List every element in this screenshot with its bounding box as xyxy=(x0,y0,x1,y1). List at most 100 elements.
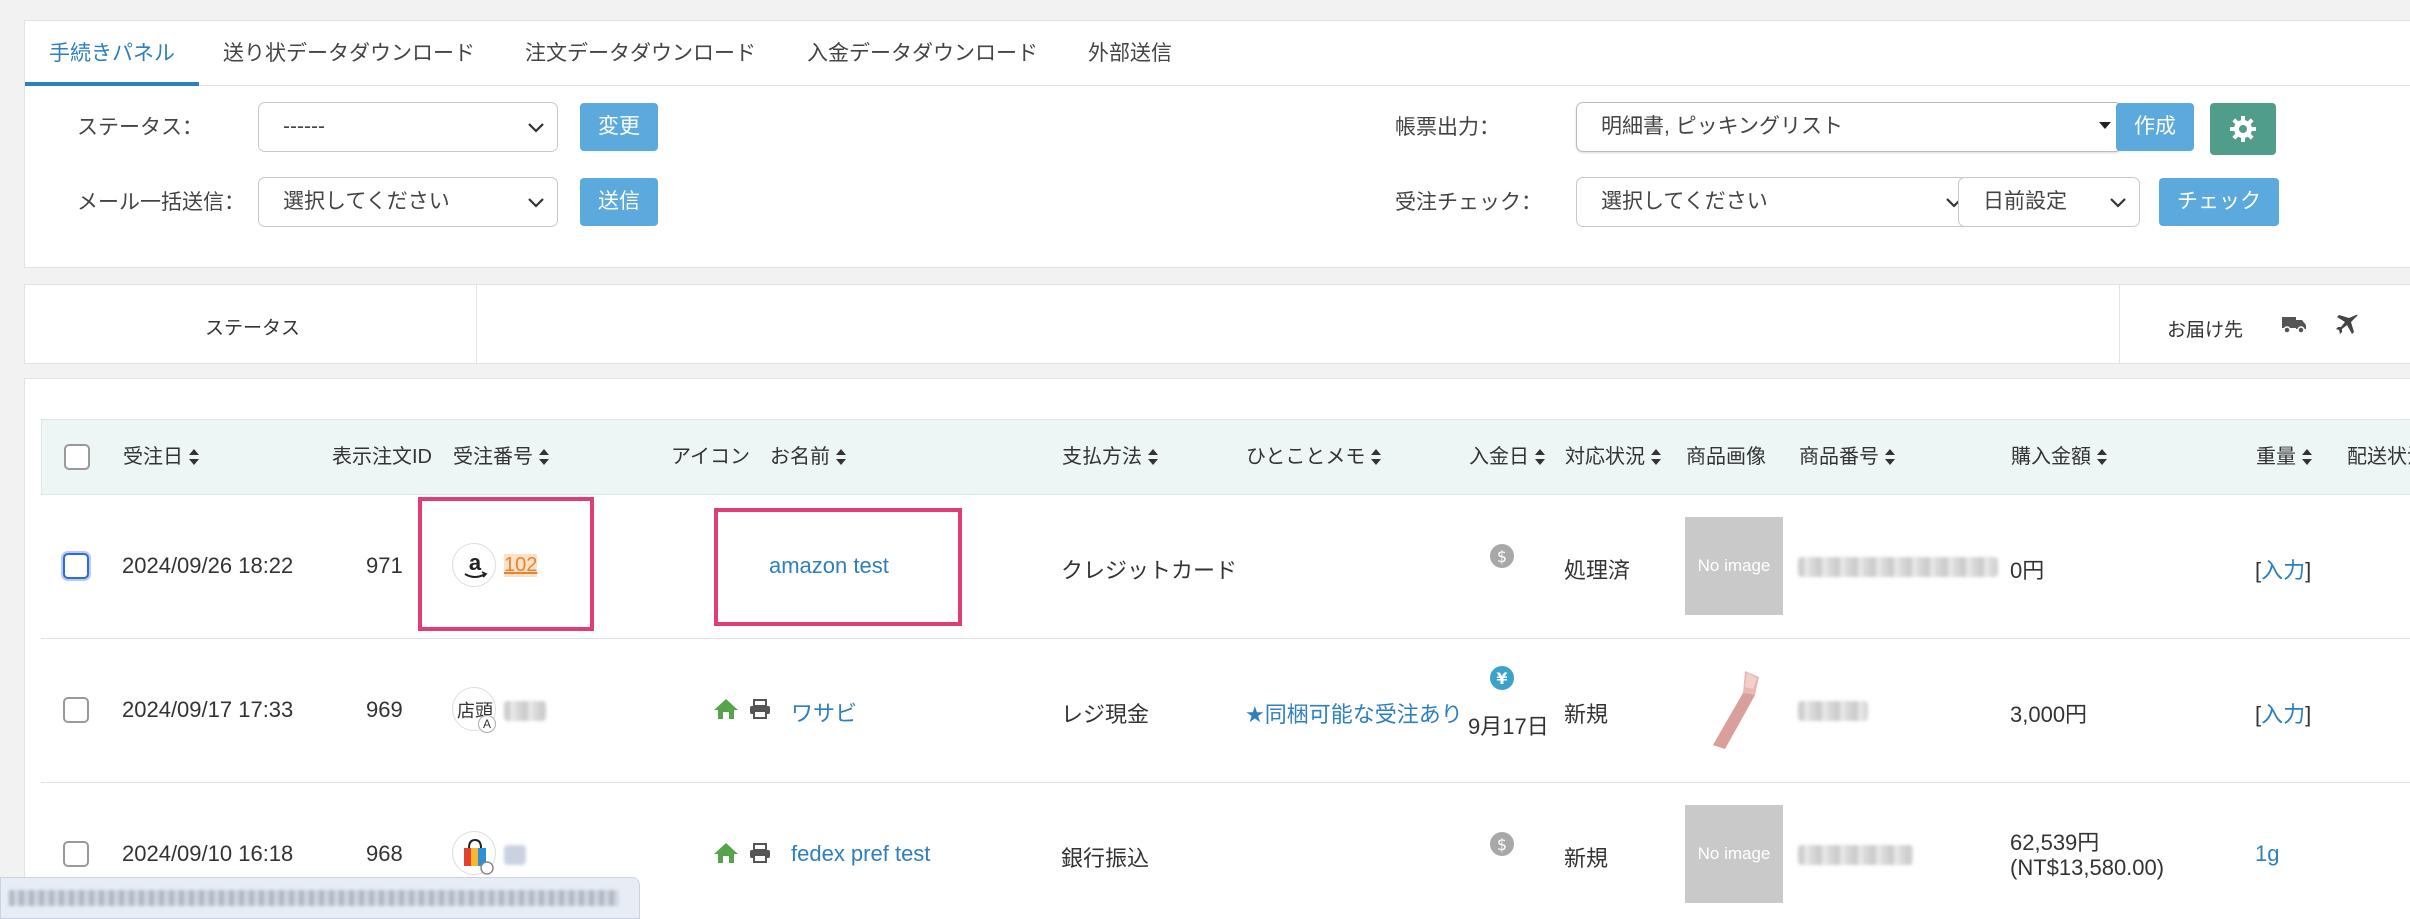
customer-name-link[interactable]: fedex pref test xyxy=(791,841,930,867)
col-display-order-id: 表示注文ID xyxy=(332,446,432,468)
weight-link[interactable]: 1g xyxy=(2255,841,2279,867)
mail-bulk-send-label: メール一括送信： xyxy=(77,191,245,214)
svg-text:$: $ xyxy=(1497,835,1507,854)
divider xyxy=(2119,285,2120,363)
payment-method: 銀行振込 xyxy=(1061,846,1150,871)
truck-icon[interactable] xyxy=(2281,314,2307,336)
display-order-id: 969 xyxy=(366,697,403,722)
col-payment-method-label: 支払方法 xyxy=(1062,446,1142,468)
product-image-placeholder: No image xyxy=(1685,805,1783,903)
status-summary-label: ステータス xyxy=(205,318,301,339)
product-thumbnail xyxy=(1685,661,1783,759)
payment-method: レジ現金 xyxy=(1061,702,1150,727)
order-check-label: 受注チェック： xyxy=(1395,191,1542,214)
col-handling-status[interactable]: 対応状況 xyxy=(1565,420,1661,494)
form-output-select-value: 明細書, ピッキングリスト xyxy=(1601,115,1844,138)
row-checkbox[interactable] xyxy=(63,553,89,579)
mail-template-select[interactable]: 選択してください xyxy=(258,177,558,227)
col-memo[interactable]: ひとことメモ xyxy=(1246,420,1382,494)
col-weight[interactable]: 重量 xyxy=(2256,420,2312,494)
select-all-checkbox[interactable] xyxy=(64,444,90,470)
divider xyxy=(476,285,477,363)
tab-order-data-download[interactable]: 注文データダウンロード xyxy=(525,21,756,86)
form-output-label: 帳票出力： xyxy=(1395,116,1500,139)
purchase-amount: 0円 xyxy=(2010,558,2045,583)
delivery-destination-label[interactable]: お届け先 xyxy=(2167,315,2243,342)
home-icon xyxy=(714,843,738,863)
tab-external-send[interactable]: 外部送信 xyxy=(1088,21,1172,86)
weight-input-link[interactable]: 入力 xyxy=(2261,558,2305,583)
store-front-sub-label: A xyxy=(478,715,496,733)
shopping-bag-icon xyxy=(452,831,496,875)
sort-icon xyxy=(1371,449,1382,465)
status-change-button[interactable]: 変更 xyxy=(580,103,658,151)
col-payment-date[interactable]: 入金日 xyxy=(1469,420,1545,494)
purchase-amount: 3,000円 xyxy=(2010,702,2088,727)
sort-icon xyxy=(189,449,199,465)
product-number-redacted xyxy=(1798,701,1868,721)
display-order-id: 971 xyxy=(366,553,403,578)
col-product-image: 商品画像 xyxy=(1686,446,1766,468)
status-summary-bar: ステータス お届け先 xyxy=(24,284,2410,364)
col-weight-label: 重量 xyxy=(2256,446,2296,468)
table-row[interactable]: 2024/09/26 18:22 971 a 102 amazon test ク… xyxy=(41,495,2410,639)
col-name-label: お名前 xyxy=(770,446,830,468)
sort-icon xyxy=(1535,449,1545,465)
mail-send-button[interactable]: 送信 xyxy=(580,178,658,226)
col-order-number-label: 受注番号 xyxy=(453,446,533,468)
sort-icon xyxy=(1651,449,1661,465)
order-check-select[interactable]: 選択してください xyxy=(1576,177,1976,227)
sort-icon xyxy=(2302,449,2312,465)
weight-input-link[interactable]: 入力 xyxy=(2261,702,2305,727)
col-handling-status-label: 対応状況 xyxy=(1565,446,1645,468)
print-icon xyxy=(750,699,770,719)
airplane-icon[interactable] xyxy=(2335,312,2359,336)
col-order-date[interactable]: 受注日 xyxy=(123,420,199,494)
settings-button[interactable] xyxy=(2210,103,2276,155)
days-setting-select[interactable]: 日前設定 xyxy=(1958,177,2140,227)
table-row[interactable]: 2024/09/17 17:33 969 店頭 A ワサビ レジ現金 ★同梱可能… xyxy=(41,639,2410,783)
order-date: 2024/09/17 17:33 xyxy=(122,697,294,722)
weight-input: [入力] xyxy=(2255,697,2311,729)
status-select[interactable]: ------ xyxy=(258,102,558,152)
col-name[interactable]: お名前 xyxy=(770,420,846,494)
order-check-button[interactable]: チェック xyxy=(2159,178,2279,226)
row-checkbox[interactable] xyxy=(63,697,89,723)
col-payment-date-label: 入金日 xyxy=(1469,446,1529,468)
col-product-number[interactable]: 商品番号 xyxy=(1799,420,1895,494)
col-payment-method[interactable]: 支払方法 xyxy=(1062,420,1158,494)
link-url-status-bar xyxy=(0,877,640,919)
handling-status: 新規 xyxy=(1564,846,1609,871)
tab-shipping-label-download[interactable]: 送り状データダウンロード xyxy=(223,21,475,86)
payment-method: クレジットカード xyxy=(1061,558,1238,583)
col-purchase-amount[interactable]: 購入金額 xyxy=(2011,420,2107,494)
purchase-amount-foreign: (NT$13,580.00) xyxy=(2010,855,2165,880)
customer-name-link[interactable]: ワサビ xyxy=(791,696,857,728)
col-order-date-label: 受注日 xyxy=(123,446,183,468)
mail-template-select-value: 選択してください xyxy=(283,190,450,213)
order-list-panel: 受注日 表示注文ID 受注番号 アイコン お名前 支払方法 ひとことメモ 入金日… xyxy=(24,378,2410,919)
handling-status: 処理済 xyxy=(1564,558,1631,583)
sort-icon xyxy=(836,449,846,465)
tab-procedure-panel[interactable]: 手続きパネル xyxy=(25,21,199,86)
col-order-number[interactable]: 受注番号 xyxy=(453,420,549,494)
sort-icon xyxy=(2097,449,2107,465)
tab-payment-data-download[interactable]: 入金データダウンロード xyxy=(807,21,1038,86)
display-order-id: 968 xyxy=(366,841,403,866)
link-url-redacted xyxy=(9,890,619,906)
chevron-down-icon xyxy=(528,123,544,133)
sort-icon xyxy=(539,449,549,465)
print-icon xyxy=(750,843,770,863)
create-form-button[interactable]: 作成 xyxy=(2116,103,2194,151)
col-icon: アイコン xyxy=(671,446,750,468)
memo-link[interactable]: ★同梱可能な受注あり xyxy=(1245,697,1463,729)
order-date: 2024/09/10 16:18 xyxy=(122,841,294,866)
tab-bar: 手続きパネル 送り状データダウンロード 注文データダウンロード 入金データダウン… xyxy=(25,21,2410,86)
gear-icon xyxy=(2230,116,2256,142)
form-output-select[interactable]: 明細書, ピッキングリスト xyxy=(1576,102,2122,152)
svg-text:$: $ xyxy=(1497,547,1507,566)
table-header: 受注日 表示注文ID 受注番号 アイコン お名前 支払方法 ひとことメモ 入金日… xyxy=(41,419,2410,495)
product-number-redacted xyxy=(1798,845,1913,865)
row-checkbox[interactable] xyxy=(63,841,89,867)
col-shipping-status: 配送状況 xyxy=(2347,446,2410,468)
